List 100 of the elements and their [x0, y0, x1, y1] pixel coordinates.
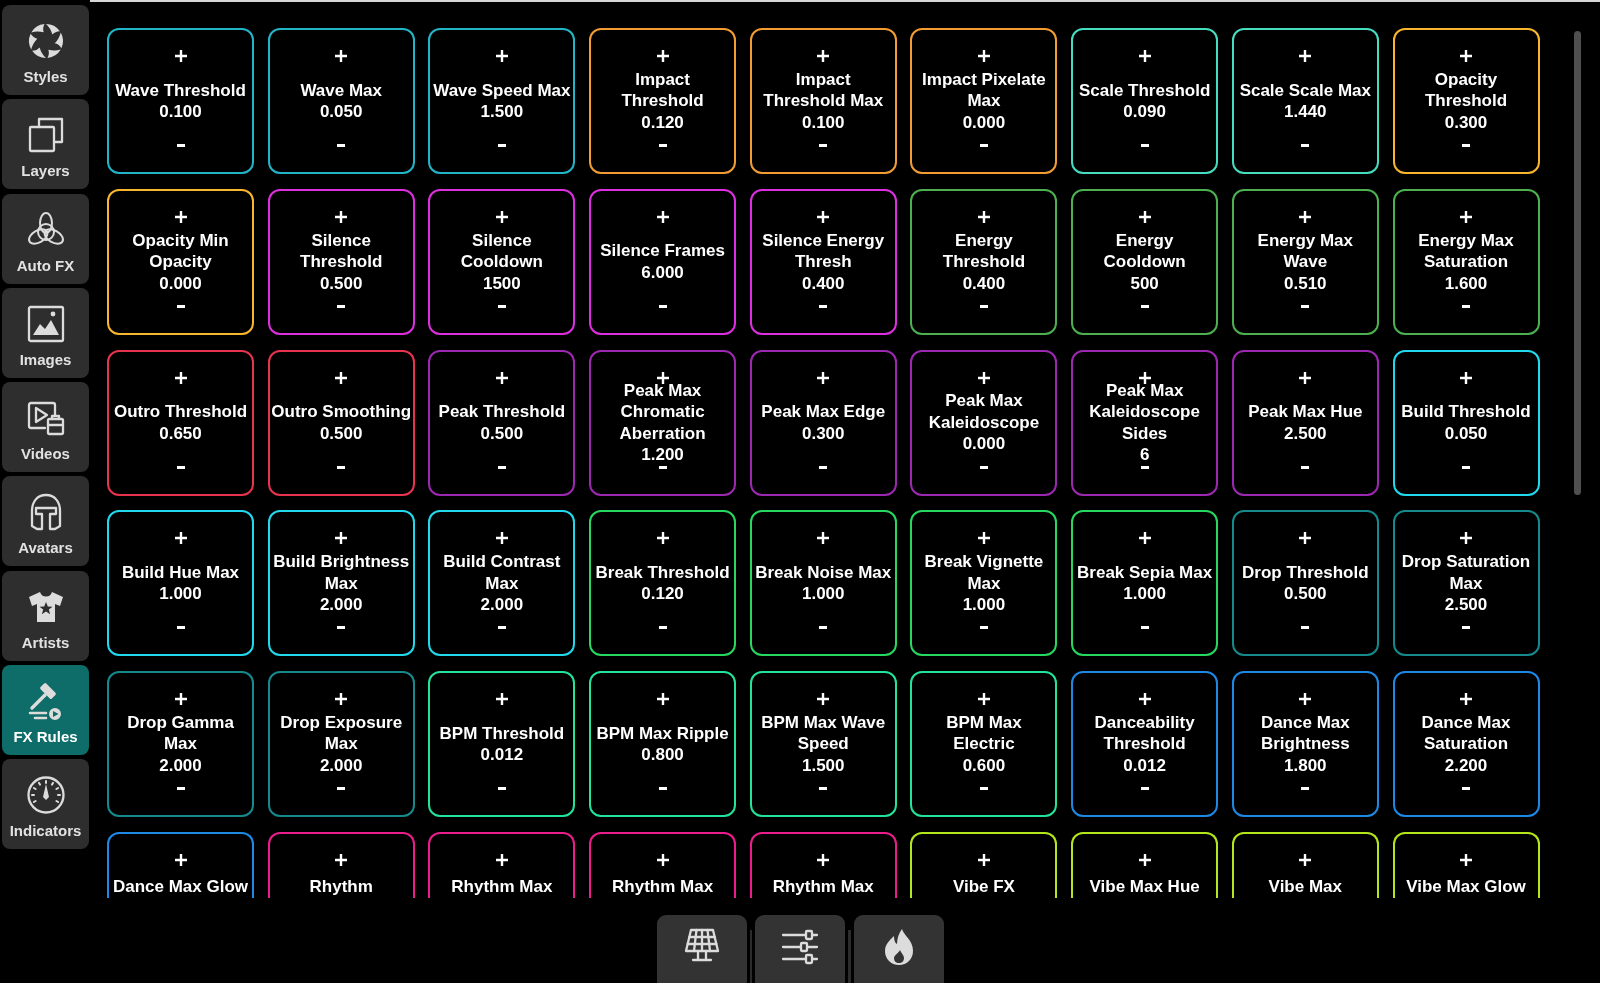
decrement-button[interactable] — [818, 464, 829, 470]
increment-button[interactable] — [334, 531, 349, 546]
increment-button[interactable] — [655, 853, 670, 867]
decrement-button[interactable] — [818, 625, 829, 631]
toolbar-button[interactable] — [755, 915, 845, 983]
increment-button[interactable] — [816, 692, 831, 707]
increment-button[interactable] — [1459, 49, 1473, 63]
increment-button[interactable] — [173, 370, 188, 385]
increment-button[interactable] — [334, 209, 349, 224]
sidebar-item[interactable]: Artists — [2, 570, 89, 661]
scrollbar-thumb[interactable] — [1574, 31, 1581, 495]
sidebar-item[interactable]: Images — [2, 287, 89, 378]
decrement-button[interactable] — [496, 625, 507, 631]
decrement-button[interactable] — [657, 303, 668, 309]
increment-button[interactable] — [976, 853, 991, 867]
decrement-button[interactable] — [336, 303, 347, 309]
sidebar-item[interactable]: Avatars — [2, 476, 89, 567]
increment-button[interactable] — [173, 49, 188, 63]
increment-button[interactable] — [1137, 531, 1152, 546]
decrement-button[interactable] — [657, 464, 668, 470]
decrement-button[interactable] — [496, 786, 507, 792]
increment-button[interactable] — [173, 531, 188, 546]
sidebar-item[interactable]: FX Rules — [2, 665, 89, 756]
decrement-button[interactable] — [1300, 625, 1311, 631]
increment-button[interactable] — [494, 531, 509, 546]
increment-button[interactable] — [1298, 531, 1313, 546]
decrement-button[interactable] — [818, 143, 829, 148]
increment-button[interactable] — [173, 692, 188, 707]
decrement-button[interactable] — [1139, 143, 1150, 148]
decrement-button[interactable] — [496, 143, 507, 148]
increment-button[interactable] — [494, 49, 509, 63]
decrement-button[interactable] — [175, 625, 186, 631]
increment-button[interactable] — [1137, 370, 1152, 385]
increment-button[interactable] — [816, 531, 831, 546]
decrement-button[interactable] — [1139, 625, 1150, 631]
increment-button[interactable] — [494, 370, 509, 385]
decrement-button[interactable] — [1300, 464, 1311, 470]
decrement-button[interactable] — [657, 625, 668, 631]
increment-button[interactable] — [1298, 370, 1313, 385]
increment-button[interactable] — [655, 209, 670, 224]
increment-button[interactable] — [1459, 370, 1473, 385]
increment-button[interactable] — [1137, 209, 1152, 224]
decrement-button[interactable] — [1461, 786, 1471, 792]
sidebar-item[interactable]: Auto FX — [2, 193, 89, 284]
sidebar-item[interactable]: Indicators — [2, 759, 89, 850]
decrement-button[interactable] — [1461, 303, 1471, 309]
increment-button[interactable] — [494, 209, 509, 224]
increment-button[interactable] — [1298, 853, 1313, 867]
increment-button[interactable] — [1298, 209, 1313, 224]
decrement-button[interactable] — [1139, 786, 1150, 792]
increment-button[interactable] — [976, 692, 991, 707]
decrement-button[interactable] — [1461, 464, 1471, 470]
toolbar-button[interactable] — [656, 915, 747, 983]
increment-button[interactable] — [173, 853, 188, 867]
decrement-button[interactable] — [978, 464, 989, 470]
decrement-button[interactable] — [1461, 625, 1471, 631]
increment-button[interactable] — [494, 692, 509, 707]
decrement-button[interactable] — [1300, 303, 1311, 309]
increment-button[interactable] — [655, 531, 670, 546]
sidebar-item[interactable]: Videos — [2, 382, 89, 473]
increment-button[interactable] — [1298, 49, 1313, 63]
increment-button[interactable] — [976, 370, 991, 385]
increment-button[interactable] — [816, 209, 831, 224]
increment-button[interactable] — [976, 531, 991, 546]
decrement-button[interactable] — [657, 143, 668, 148]
increment-button[interactable] — [816, 853, 831, 867]
decrement-button[interactable] — [657, 786, 668, 792]
increment-button[interactable] — [334, 692, 349, 707]
increment-button[interactable] — [1137, 49, 1152, 63]
decrement-button[interactable] — [1300, 143, 1311, 148]
increment-button[interactable] — [816, 370, 831, 385]
increment-button[interactable] — [655, 692, 670, 707]
increment-button[interactable] — [655, 49, 670, 63]
decrement-button[interactable] — [1300, 786, 1311, 792]
increment-button[interactable] — [1137, 692, 1152, 707]
increment-button[interactable] — [1459, 531, 1473, 546]
decrement-button[interactable] — [175, 143, 186, 148]
decrement-button[interactable] — [336, 464, 347, 470]
increment-button[interactable] — [173, 209, 188, 224]
increment-button[interactable] — [334, 853, 349, 867]
increment-button[interactable] — [1459, 853, 1473, 867]
sidebar-item[interactable]: Styles — [2, 5, 89, 95]
increment-button[interactable] — [655, 370, 670, 385]
decrement-button[interactable] — [818, 303, 829, 309]
decrement-button[interactable] — [336, 625, 347, 631]
decrement-button[interactable] — [336, 143, 347, 148]
increment-button[interactable] — [334, 49, 349, 63]
decrement-button[interactable] — [175, 464, 186, 470]
decrement-button[interactable] — [1461, 143, 1471, 148]
decrement-button[interactable] — [175, 786, 186, 792]
decrement-button[interactable] — [818, 786, 829, 792]
decrement-button[interactable] — [496, 464, 507, 470]
decrement-button[interactable] — [978, 143, 989, 148]
decrement-button[interactable] — [978, 625, 989, 631]
increment-button[interactable] — [976, 49, 991, 63]
decrement-button[interactable] — [978, 786, 989, 792]
increment-button[interactable] — [976, 209, 991, 224]
decrement-button[interactable] — [175, 303, 186, 309]
increment-button[interactable] — [1298, 692, 1313, 707]
increment-button[interactable] — [494, 853, 509, 867]
